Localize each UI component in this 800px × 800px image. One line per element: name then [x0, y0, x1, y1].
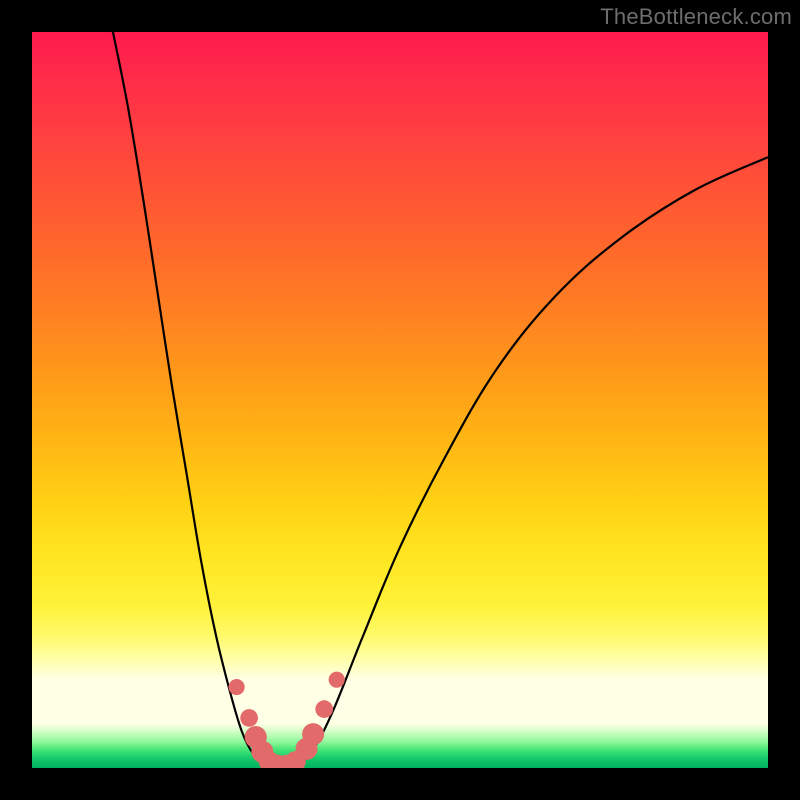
marker-dot	[315, 700, 333, 718]
marker-group	[229, 672, 345, 768]
plot-area	[32, 32, 768, 768]
marker-dot	[302, 723, 324, 745]
curve-overlay	[32, 32, 768, 768]
marker-dot	[229, 679, 245, 695]
left-curve	[113, 32, 264, 764]
right-curve	[301, 157, 768, 764]
marker-dot	[240, 709, 258, 727]
watermark-text: TheBottleneck.com	[600, 4, 792, 30]
chart-frame: TheBottleneck.com	[0, 0, 800, 800]
marker-dot	[329, 672, 345, 688]
